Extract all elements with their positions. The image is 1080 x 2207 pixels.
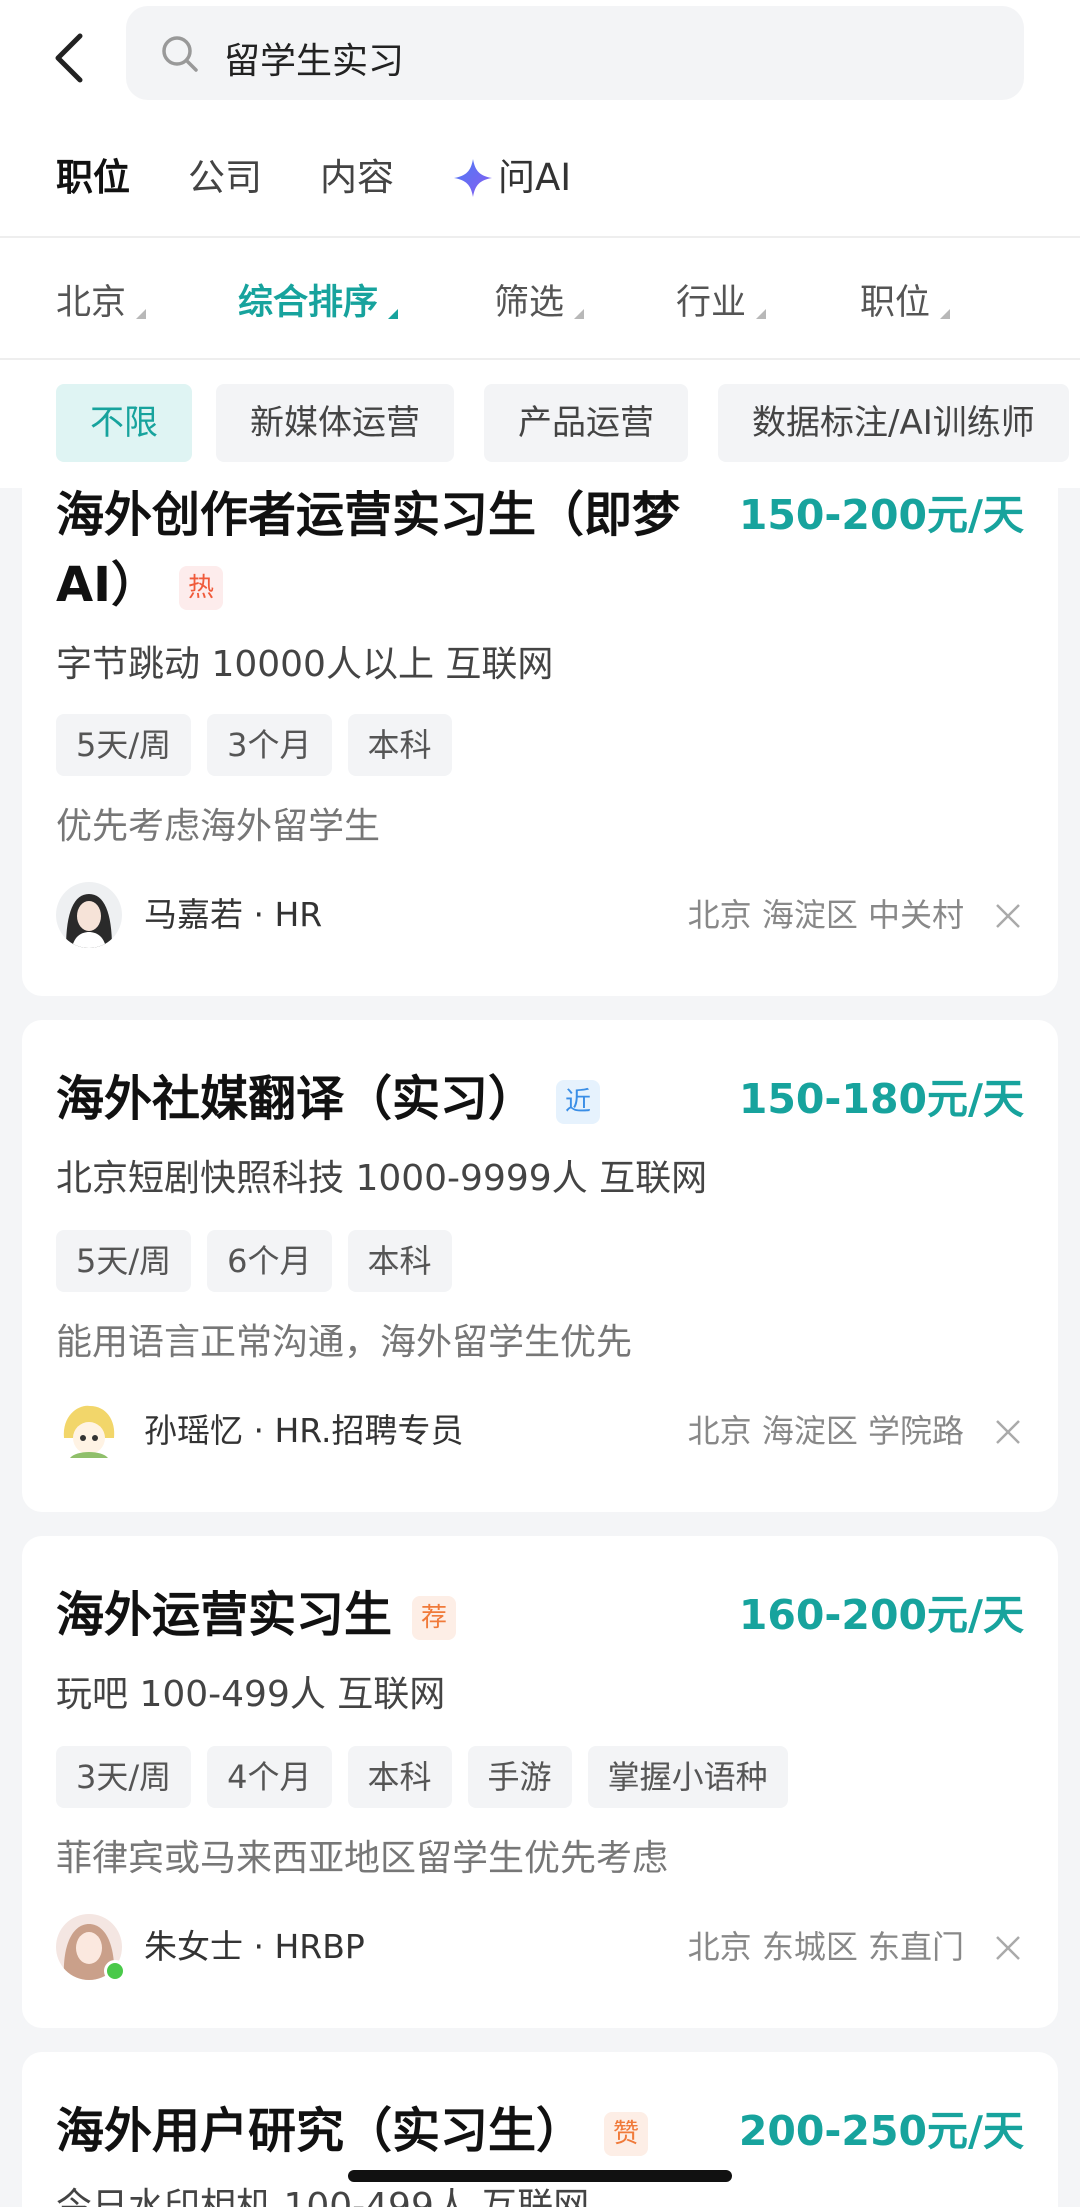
back-arrow-icon[interactable] <box>46 28 106 88</box>
tag: 5天/周 <box>56 1230 192 1292</box>
filter-position[interactable]: 职位 <box>860 274 951 325</box>
tag-row: 5天/周 3个月 本科 <box>56 714 468 776</box>
job-desc: 优先考虑海外留学生 <box>56 806 381 847</box>
filter-city-label: 北京 <box>56 283 127 323</box>
job-location: 北京 东城区 东直门 <box>687 1928 964 1966</box>
tag-row: 5天/周 6个月 本科 <box>56 1230 468 1292</box>
tab-content[interactable]: 内容 <box>320 150 394 206</box>
filter-city[interactable]: 北京 <box>56 274 147 325</box>
job-title-text: 海外运营实习生 <box>56 1587 393 1643</box>
filter-position-label: 职位 <box>860 283 931 323</box>
close-icon[interactable] <box>992 1932 1024 1964</box>
recommend-badge: 荐 <box>412 1596 457 1640</box>
tag: 本科 <box>347 1230 452 1292</box>
recruiter-name: 马嘉若 · HR <box>144 895 323 934</box>
job-title: 海外运营实习生荐 <box>56 1582 457 1648</box>
job-location: 北京 海淀区 学院路 <box>687 1412 964 1450</box>
tag: 3个月 <box>207 714 332 776</box>
tab-companies[interactable]: 公司 <box>188 150 262 206</box>
category-chips: 不限 新媒体运营 产品运营 数据标注/AI训练师 <box>0 384 1080 464</box>
tab-ask-ai-label: 问AI <box>498 156 572 199</box>
job-title-text: 海外社媒翻译（实习） <box>56 1071 537 1127</box>
dropdown-triangle-icon <box>940 309 951 319</box>
filter-sort[interactable]: 综合排序 <box>238 274 399 325</box>
job-card[interactable]: 海外创作者运营实习生（即梦 150-200元/天 AI） 热 字节跳动 10000… <box>22 468 1058 996</box>
company-info: 北京短剧快照科技 1000-9999人 互联网 <box>56 1158 708 1199</box>
job-salary: 160-200元/天 <box>738 1591 1024 1639</box>
chip-data-labeling[interactable]: 数据标注/AI训练师 <box>718 384 1069 462</box>
job-title-text: 海外用户研究（实习生） <box>56 2103 585 2159</box>
recruiter-name: 朱女士 · HRBP <box>144 1927 365 1966</box>
search-tabs: 职位 公司 内容 问AI <box>56 150 629 206</box>
filter-screen[interactable]: 筛选 <box>494 274 585 325</box>
avatar <box>56 882 122 948</box>
chip-product-ops[interactable]: 产品运营 <box>484 384 688 462</box>
hot-badge: 热 <box>179 566 224 610</box>
ai-sparkle-icon <box>454 159 492 197</box>
tag: 4个月 <box>207 1746 332 1808</box>
job-title: 海外用户研究（实习生） 赞 <box>56 2098 649 2164</box>
header: 留学生实习 职位 公司 内容 问AI 北京 综合排序 筛选 行业 职位 不限 新… <box>0 0 1080 488</box>
filter-industry[interactable]: 行业 <box>676 274 767 325</box>
tag: 5天/周 <box>56 714 192 776</box>
search-icon <box>162 36 198 72</box>
close-icon[interactable] <box>992 900 1024 932</box>
tag: 本科 <box>347 1746 452 1808</box>
job-salary: 150-200元/天 <box>738 491 1024 539</box>
job-desc: 能用语言正常沟通，海外留学生优先 <box>56 1322 633 1363</box>
chip-all[interactable]: 不限 <box>56 384 192 462</box>
dropdown-triangle-icon <box>136 309 147 319</box>
job-title: 海外创作者运营实习生（即梦 <box>56 487 681 543</box>
job-title: 海外社媒翻译（实习） 近 <box>56 1066 601 1132</box>
divider <box>0 358 1080 360</box>
company-info: 玩吧 100-499人 互联网 <box>56 1674 446 1715</box>
search-query[interactable]: 留学生实习 <box>224 32 404 84</box>
chip-new-media[interactable]: 新媒体运营 <box>216 384 454 462</box>
tag: 手游 <box>467 1746 572 1808</box>
tag: 掌握小语种 <box>587 1746 788 1808</box>
job-desc: 菲律宾或马来西亚地区留学生优先考虑 <box>56 1838 669 1879</box>
tag: 本科 <box>347 714 452 776</box>
tag: 3天/周 <box>56 1746 192 1808</box>
dropdown-triangle-icon <box>388 309 399 319</box>
job-location: 北京 海淀区 中关村 <box>687 896 964 934</box>
close-icon[interactable] <box>992 1416 1024 1448</box>
job-card[interactable]: 海外运营实习生荐 160-200元/天 玩吧 100-499人 互联网 3天/周… <box>22 1536 1058 2028</box>
job-salary: 200-250元/天 <box>738 2107 1024 2155</box>
search-bar[interactable]: 留学生实习 <box>126 6 1024 100</box>
tag: 6个月 <box>207 1230 332 1292</box>
job-salary: 150-180元/天 <box>738 1075 1024 1123</box>
online-status-dot <box>104 1960 126 1982</box>
tag-row: 3天/周 4个月 本科 手游 掌握小语种 <box>56 1746 804 1808</box>
job-title-line2: AI） <box>56 557 160 613</box>
filter-industry-label: 行业 <box>676 283 747 323</box>
near-badge: 近 <box>556 1080 601 1124</box>
avatar <box>56 1398 122 1464</box>
dropdown-triangle-icon <box>756 309 767 319</box>
home-indicator[interactable] <box>348 2170 732 2182</box>
company-info: 今日水印相机 100-499人 互联网 <box>56 2186 590 2207</box>
filter-bar: 北京 综合排序 筛选 行业 职位 <box>0 238 1080 358</box>
like-badge: 赞 <box>604 2112 649 2156</box>
filter-screen-label: 筛选 <box>494 283 565 323</box>
company-info: 字节跳动 10000人以上 互联网 <box>56 644 554 685</box>
job-card[interactable]: 海外用户研究（实习生） 赞 200-250元/天 今日水印相机 100-499人 … <box>22 2052 1058 2207</box>
dropdown-triangle-icon <box>574 309 585 319</box>
recruiter-name: 孙瑶忆 · HR.招聘专员 <box>144 1411 464 1450</box>
tab-ask-ai[interactable]: 问AI <box>452 150 571 206</box>
job-title-cont: AI） 热 <box>56 552 224 618</box>
tab-jobs[interactable]: 职位 <box>56 150 130 206</box>
job-card[interactable]: 海外社媒翻译（实习） 近 150-180元/天 北京短剧快照科技 1000-999… <box>22 1020 1058 1512</box>
filter-sort-label: 综合排序 <box>238 283 379 323</box>
